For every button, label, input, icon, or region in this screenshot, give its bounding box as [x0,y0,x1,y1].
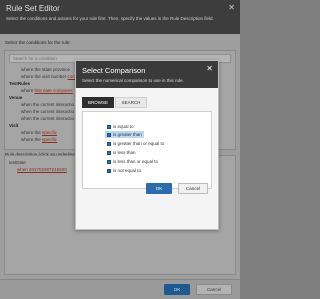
modal-header: Select Comparison ✕ Select the numerical… [76,61,218,88]
ok-button[interactable]: OK [164,284,190,295]
cancel-button[interactable]: Cancel [196,284,232,295]
comparison-option-not-equal[interactable]: is not equal to [105,167,143,174]
operator-icon [107,159,111,164]
modal-title: Select Comparison [82,66,146,75]
select-comparison-dialog: Select Comparison ✕ Select the numerical… [75,60,219,230]
operator-icon [107,124,111,129]
modal-cancel-button[interactable]: Cancel [178,183,208,194]
rule-name: testDate [9,160,26,165]
comparison-list: is equal to is greater than is greater t… [82,111,212,189]
modal-subtitle: Select the numerical comparison to use i… [82,78,184,83]
tab-search[interactable]: SEARCH [115,97,147,108]
comparison-option-equal[interactable]: is equal to [105,123,136,130]
editor-header: Rule Set Editor ✕ Select the conditions … [0,0,240,34]
modal-ok-button[interactable]: OK [146,183,172,194]
comparison-option-less-equal[interactable]: is less than or equal to [105,158,160,165]
editor-description: Select the conditions and actions for yo… [6,16,214,21]
operator-icon [107,141,111,146]
close-icon[interactable]: ✕ [228,3,235,12]
conditions-section-title: Select the conditions for the rule: [5,40,71,45]
comparison-option-greater-equal[interactable]: is greater than or equal to [105,140,166,147]
editor-title: Rule Set Editor [6,4,60,13]
operator-icon [107,168,111,173]
modal-tabs: BROWSE SEARCH [82,97,212,108]
editor-footer: OK Cancel [0,279,240,299]
close-icon[interactable]: ✕ [206,64,213,73]
comparison-option-greater[interactable]: is greater than [105,131,144,138]
comparison-option-less[interactable]: is less than [105,149,138,156]
rule-where-link[interactable]: when 20170228T215500 [17,167,67,172]
operator-icon [107,132,111,137]
tab-browse[interactable]: BROWSE [82,97,114,108]
operator-icon [107,150,111,155]
